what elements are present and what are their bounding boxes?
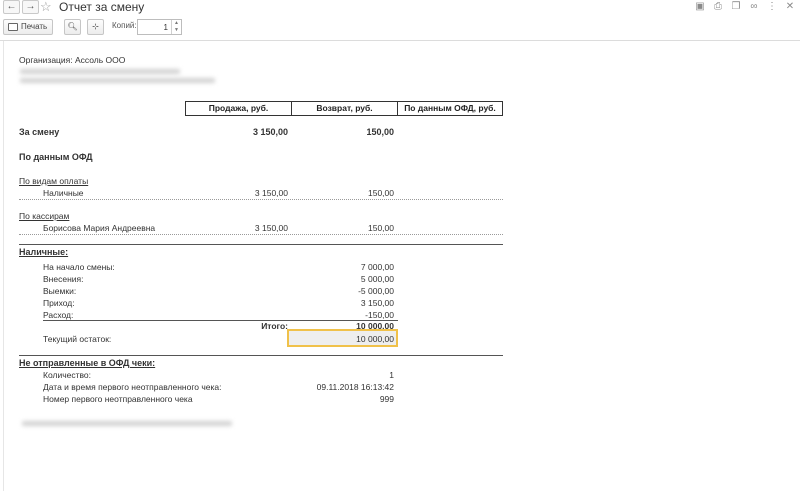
window-icons: ▣ ⎙ ❐ ∞ ⋮ ✕	[694, 1, 796, 13]
arrow-left-icon: ←	[6, 1, 17, 12]
redacted-line	[22, 421, 232, 426]
cash-row-value: -5 000,00	[358, 286, 394, 296]
shift-label: За смену	[19, 127, 60, 137]
print-button-label: Печать	[21, 22, 48, 31]
close-icon[interactable]: ✕	[784, 1, 796, 13]
cash-total-label: Итого:	[261, 321, 288, 331]
cash-row-label: Расход:	[43, 310, 74, 320]
cash-row-label: Выемки:	[43, 286, 77, 296]
cash-row-value: 7 000,00	[360, 262, 394, 272]
magnifier-icon: 🔍︎	[67, 22, 78, 31]
organization-label: Организация: Ассоль ООО	[19, 55, 126, 65]
shift-returns: 150,00	[366, 127, 394, 137]
redacted-line	[20, 69, 180, 74]
cash-row-value: 5 000,00	[360, 274, 394, 284]
unsent-row-label: Дата и время первого неотправленного чек…	[43, 382, 222, 392]
document-edge	[3, 41, 4, 491]
copies-stepper[interactable]: ▲ ▼	[171, 20, 181, 34]
row-divider	[19, 234, 503, 235]
arrow-right-icon: →	[25, 1, 36, 12]
cash-row-label: Внесения:	[43, 274, 84, 284]
cash-row-label: На начало смены:	[43, 262, 115, 272]
section-divider	[19, 244, 503, 245]
cash-row-label: Приход:	[43, 298, 75, 308]
more-icon[interactable]: ⋮	[766, 1, 778, 13]
preview-button[interactable]: 🔍︎	[64, 19, 81, 35]
title-bar: ← → ☆ Отчет за смену ▣ ⎙ ❐ ∞ ⋮ ✕	[0, 0, 800, 15]
cashier-row-label: Борисова Мария Андреевна	[43, 223, 156, 233]
column-header-ofd: По данным ОФД, руб.	[397, 101, 503, 116]
unsent-row-label: Номер первого неотправленного чека	[43, 394, 193, 404]
ofd-heading: По данным ОФД	[19, 152, 93, 162]
payment-row-label: Наличные	[43, 188, 84, 198]
column-header-returns: Возврат, руб.	[291, 101, 397, 116]
redacted-line	[20, 78, 215, 83]
page-setup-button[interactable]: ⊹	[87, 19, 104, 35]
payment-row-returns: 150,00	[368, 188, 394, 198]
cash-heading: Наличные:	[19, 247, 69, 257]
forward-button[interactable]: →	[22, 0, 39, 14]
shift-sales: 3 150,00	[252, 127, 288, 137]
print-icon[interactable]: ⎙	[712, 1, 724, 13]
toolbar: Печать 🔍︎ ⊹ Копий: ▲ ▼	[0, 19, 800, 39]
payment-row-sales: 3 150,00	[254, 188, 288, 198]
print-button[interactable]: Печать	[3, 19, 53, 35]
column-header-sales: Продажа, руб.	[185, 101, 291, 116]
link-icon[interactable]: ∞	[748, 1, 760, 13]
chevron-down-icon[interactable]: ▼	[172, 27, 181, 34]
unsent-heading: Не отправленные в ОФД чеки:	[19, 358, 156, 368]
unsent-row-value: 09.11.2018 16:13:42	[316, 382, 394, 392]
cash-row-value: -150,00	[365, 310, 394, 320]
unsent-row-value: 1	[389, 370, 394, 380]
cash-row-value: 3 150,00	[360, 298, 394, 308]
toolbar-divider	[0, 40, 800, 41]
star-icon[interactable]: ☆	[40, 0, 52, 15]
copies-field[interactable]: ▲ ▼	[137, 19, 182, 35]
copies-input[interactable]	[138, 20, 171, 34]
save-icon[interactable]: ▣	[694, 1, 706, 13]
printer-icon	[8, 23, 18, 31]
section-divider	[19, 355, 503, 356]
page-setup-icon: ⊹	[92, 22, 99, 31]
cashier-row-sales: 3 150,00	[254, 223, 288, 233]
balance-label: Текущий остаток:	[43, 334, 112, 344]
back-button[interactable]: ←	[3, 0, 20, 14]
cashiers-heading: По кассирам	[19, 211, 70, 221]
copies-label: Копий:	[112, 21, 137, 30]
cashier-row-returns: 150,00	[368, 223, 394, 233]
row-divider	[19, 199, 503, 200]
balance-value[interactable]: 10 000,00	[296, 334, 394, 344]
unsent-row-label: Количество:	[43, 370, 92, 380]
window-title: Отчет за смену	[59, 0, 145, 14]
copy-icon[interactable]: ❐	[730, 1, 742, 13]
payment-types-heading: По видам оплаты	[19, 176, 89, 186]
unsent-row-value: 999	[379, 394, 394, 404]
chevron-up-icon[interactable]: ▲	[172, 20, 181, 27]
